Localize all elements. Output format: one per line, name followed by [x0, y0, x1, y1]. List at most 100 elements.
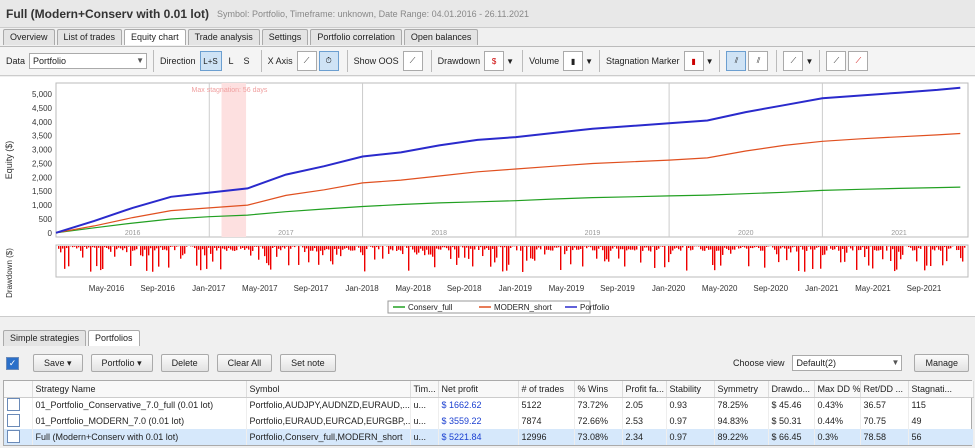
drawdown-bar — [926, 246, 928, 266]
direction-ls-button[interactable]: L+S — [199, 51, 222, 71]
tab-overview[interactable]: Overview — [3, 29, 55, 45]
tab-trade-analysis[interactable]: Trade analysis — [187, 29, 260, 45]
column-header[interactable]: Drawdo... — [768, 381, 815, 398]
drawdown-bar — [428, 246, 430, 255]
drawdown-bar — [376, 246, 378, 248]
drawdown-bar — [160, 246, 162, 248]
drawdown-bar — [556, 246, 558, 248]
manage-button[interactable]: Manage — [914, 354, 969, 372]
column-header[interactable]: % Wins — [574, 381, 623, 398]
direction-s-button[interactable]: S — [244, 56, 250, 66]
drawdown-icon[interactable]: $ — [484, 51, 505, 71]
drawdown-bar — [874, 246, 876, 251]
chevron-down-icon[interactable]: ▼ — [706, 57, 714, 66]
drawdown-bar — [314, 246, 316, 249]
drawdown-bar — [520, 246, 522, 251]
drawdown-bar — [392, 246, 394, 251]
stagnation-icon[interactable]: ▮ — [683, 51, 704, 71]
row-checkbox[interactable] — [7, 429, 20, 443]
table-row[interactable]: Full (Modern+Conserv with 0.01 lot) Portf… — [4, 429, 974, 445]
data-select[interactable]: Portfolio ▼ — [29, 53, 148, 69]
drawdown-bar — [250, 246, 252, 256]
y-tick-label: 5,000 — [32, 90, 53, 99]
drawdown-bar — [328, 246, 330, 250]
drawdown-bar — [318, 246, 320, 265]
column-header[interactable]: Stagnati... — [908, 381, 974, 398]
column-header[interactable]: Tim... — [410, 381, 439, 398]
x-tick-label: Jan-2020 — [652, 284, 686, 293]
x-tick-label: May-2018 — [395, 284, 431, 293]
select-all-checkbox[interactable]: ✓ — [6, 356, 19, 370]
save-button[interactable]: Save ▾ — [33, 354, 83, 372]
tab-list-of-trades[interactable]: List of trades — [56, 29, 123, 45]
drawdown-bar — [504, 246, 506, 248]
clear-all-button[interactable]: Clear All — [216, 354, 273, 372]
drawdown-bar — [560, 246, 562, 270]
column-header[interactable]: Profit fa... — [622, 381, 667, 398]
row-checkbox[interactable] — [7, 413, 20, 427]
column-header[interactable]: Stability — [666, 381, 715, 398]
column-header[interactable]: # of trades — [518, 381, 575, 398]
line-chart-icon[interactable]: ⟋ — [783, 51, 804, 71]
column-header[interactable]: Max DD % — [814, 381, 861, 398]
set-note-button[interactable]: Set note — [280, 354, 336, 372]
tab-portfolios[interactable]: Portfolios — [88, 330, 140, 346]
drawdown-bar — [440, 246, 442, 250]
drawdown-bar — [626, 246, 628, 251]
table-cell: 01_Portfolio_MODERN_7.0 (0.01 lot) — [32, 413, 247, 429]
drawdown-bar — [580, 246, 582, 249]
drawdown-bar — [738, 246, 740, 249]
column-header[interactable]: Net profit — [438, 381, 519, 398]
column-header[interactable]: Ret/DD ... — [860, 381, 909, 398]
checkbox-header — [4, 381, 33, 398]
tab-open-balances[interactable]: Open balances — [403, 29, 479, 45]
drawdown-bar — [726, 246, 728, 249]
drawdown-bar — [436, 246, 438, 249]
choose-view-value: Default(2) — [796, 358, 836, 368]
column-header[interactable]: Symbol — [246, 381, 411, 398]
table-row[interactable]: 01_Portfolio_MODERN_7.0 (0.01 lot) Portfo… — [4, 413, 974, 429]
multi-line-icon[interactable]: ⟋ — [826, 51, 847, 71]
chevron-down-icon[interactable]: ▼ — [805, 57, 813, 66]
volume-icon[interactable]: ▮ — [563, 51, 584, 71]
drawdown-bar — [810, 246, 812, 250]
choose-view-select[interactable]: Default(2) ▼ — [792, 355, 903, 371]
drawdown-bar — [402, 246, 404, 255]
tab-portfolio-correlation[interactable]: Portfolio correlation — [310, 29, 402, 45]
chevron-down-icon[interactable]: ▼ — [585, 57, 593, 66]
drawdown-bar — [244, 246, 246, 250]
drawdown-bar — [174, 246, 176, 251]
drawdown-bar — [838, 246, 840, 251]
tab-simple-strategies[interactable]: Simple strategies — [3, 330, 87, 346]
drawdown-bar — [720, 246, 722, 266]
table-cell: 78.25% — [714, 397, 769, 413]
x-tick-label: May-2020 — [702, 284, 738, 293]
drawdown-bar — [280, 246, 282, 251]
drawdown-bar — [554, 246, 556, 248]
column-header[interactable]: Symmetry — [714, 381, 769, 398]
xaxis-trades-icon[interactable]: ⟋ — [296, 51, 317, 71]
drawdown-bar — [772, 246, 774, 248]
drawdown-bar — [804, 246, 806, 272]
table-cell: $ 66.45 — [768, 429, 815, 445]
drawdown-bar — [868, 246, 870, 266]
drawdown-bar — [172, 246, 174, 247]
tab-equity-chart[interactable]: Equity chart — [124, 29, 186, 45]
portfolio-toolbar: ✓ Save ▾ Portfolio ▾ Delete Clear All Se… — [0, 350, 975, 376]
portfolio-button[interactable]: Portfolio ▾ — [90, 354, 153, 372]
tab-settings[interactable]: Settings — [261, 29, 309, 45]
drawdown-bar — [364, 246, 366, 272]
delete-button[interactable]: Delete — [160, 354, 209, 372]
multi-color-line-icon[interactable]: ⟋ — [848, 51, 869, 71]
table-row[interactable]: 01_Portfolio_Conservative_7.0_full (0.01… — [4, 397, 974, 413]
chart-style-icon[interactable]: ⫽ — [726, 51, 747, 71]
chevron-down-icon[interactable]: ▼ — [506, 57, 514, 66]
chart-style-alt-icon[interactable]: ⫽ — [748, 51, 769, 71]
xaxis-time-icon[interactable]: ⏱ — [318, 51, 339, 71]
drawdown-bar — [566, 246, 568, 251]
row-checkbox[interactable] — [7, 397, 20, 411]
direction-l-button[interactable]: L — [229, 56, 234, 66]
drawdown-bar — [956, 246, 958, 251]
show-oos-icon[interactable]: ⟋ — [402, 51, 423, 71]
column-header[interactable]: Strategy Name — [32, 381, 247, 398]
